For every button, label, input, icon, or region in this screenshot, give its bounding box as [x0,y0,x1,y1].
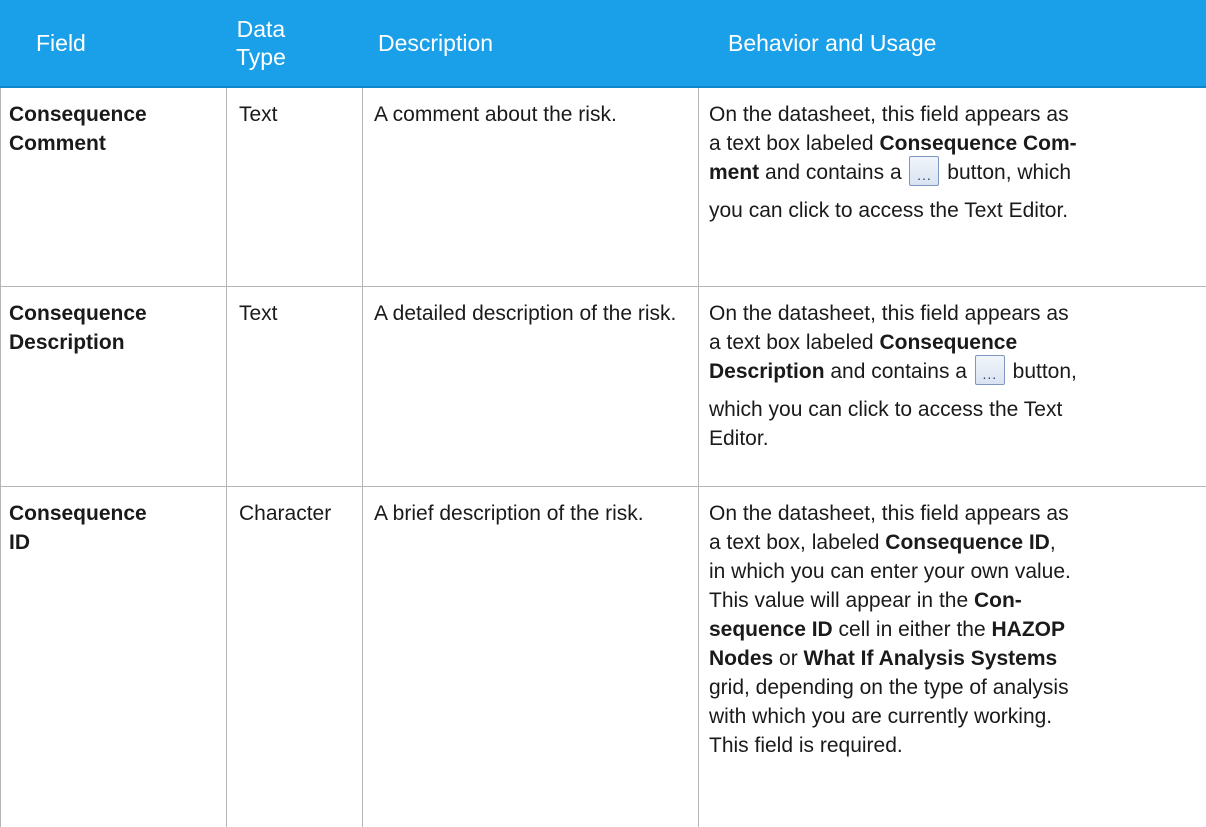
behavior-text: you can click to access the Text Editor. [709,199,1069,223]
field-name-line1: Consequence [9,103,147,126]
behavior-bold: Description [709,360,825,383]
behavior-text: grid, depending on the type of analysis [709,676,1069,699]
behavior-usage: On the datasheet, this field appears as … [698,487,1206,827]
description: A comment about the risk. [362,88,698,286]
field-name-line1: Consequence [9,302,147,325]
behavior-text: Editor. [709,427,769,451]
table-row: Consequence Description Text A detailed … [0,287,1206,487]
table-row: Consequence Comment Text A comment about… [0,88,1206,287]
ellipsis-glyph: ... [982,366,998,383]
behavior-usage: On the datasheet, this field appears as … [698,88,1206,286]
fields-table: Field Data Type Description Behavior and… [0,0,1206,827]
ellipsis-glyph: ... [917,167,932,184]
behavior-text: in which you can enter your own value. [709,560,1071,583]
data-type: Text [226,88,362,286]
behavior-text: a text box labeled [709,331,880,354]
header-data-type-line2: Type [236,44,286,70]
behavior-bold: ment [709,161,760,184]
data-type: Text [226,287,362,486]
behavior-text: and contains a [759,161,908,184]
ellipsis-button-icon[interactable]: ... [909,156,940,187]
behavior-bold: Consequence ID [885,531,1050,554]
behavior-text: On the datasheet, this field appears as [709,103,1069,126]
behavior-bold: Consequence [879,331,1018,354]
behavior-text: cell in either the [832,618,992,641]
behavior-text: or [773,647,804,670]
table-header: Field Data Type Description Behavior and… [0,0,1206,88]
behavior-text: button, [1006,360,1077,383]
behavior-text: which you can click to access the Text [709,398,1063,422]
behavior-bold: What If Analysis Systems [803,647,1058,670]
behavior-text: and contains a [824,360,973,383]
field-name-line2: ID [9,531,30,554]
behavior-text: , [1049,531,1056,554]
behavior-text: On the datasheet, this field appears as [709,502,1069,525]
behavior-text: button, which [941,161,1072,184]
header-behavior: Behavior and Usage [728,30,937,56]
field-name-line2: Description [9,331,125,354]
behavior-bold: HAZOP [991,618,1065,641]
behavior-text: a text box, labeled [709,531,886,554]
behavior-text: This value will appear in the [709,589,974,612]
behavior-text: On the datasheet, this field appears as [709,302,1069,325]
behavior-text: with which you are currently working. [709,705,1053,728]
ellipsis-button-icon[interactable]: ... [974,355,1005,386]
data-type: Character [226,487,362,827]
header-data-type: Data Type [226,0,362,86]
field-name: Consequence ID [0,487,226,827]
field-name-line2: Comment [9,132,106,155]
behavior-bold: sequence ID [709,618,833,641]
field-name-line1: Consequence [9,502,147,525]
field-name: Consequence Description [0,287,226,486]
table-row: Consequence ID Character A brief descrip… [0,487,1206,827]
behavior-text: a text box labeled [709,132,880,155]
field-name: Consequence Comment [0,88,226,286]
header-data-type-line1: Data [236,16,286,42]
header-field: Field [36,30,86,56]
behavior-text: This field is required. [709,734,903,757]
header-description: Description [378,30,494,56]
behavior-bold: Consequence Com- [879,132,1077,155]
description: A brief description of the risk. [362,487,698,827]
behavior-bold: Con- [973,589,1022,612]
behavior-usage: On the datasheet, this field appears as … [698,287,1206,486]
description: A detailed description of the risk. [362,287,698,486]
behavior-bold: Nodes [709,647,774,670]
